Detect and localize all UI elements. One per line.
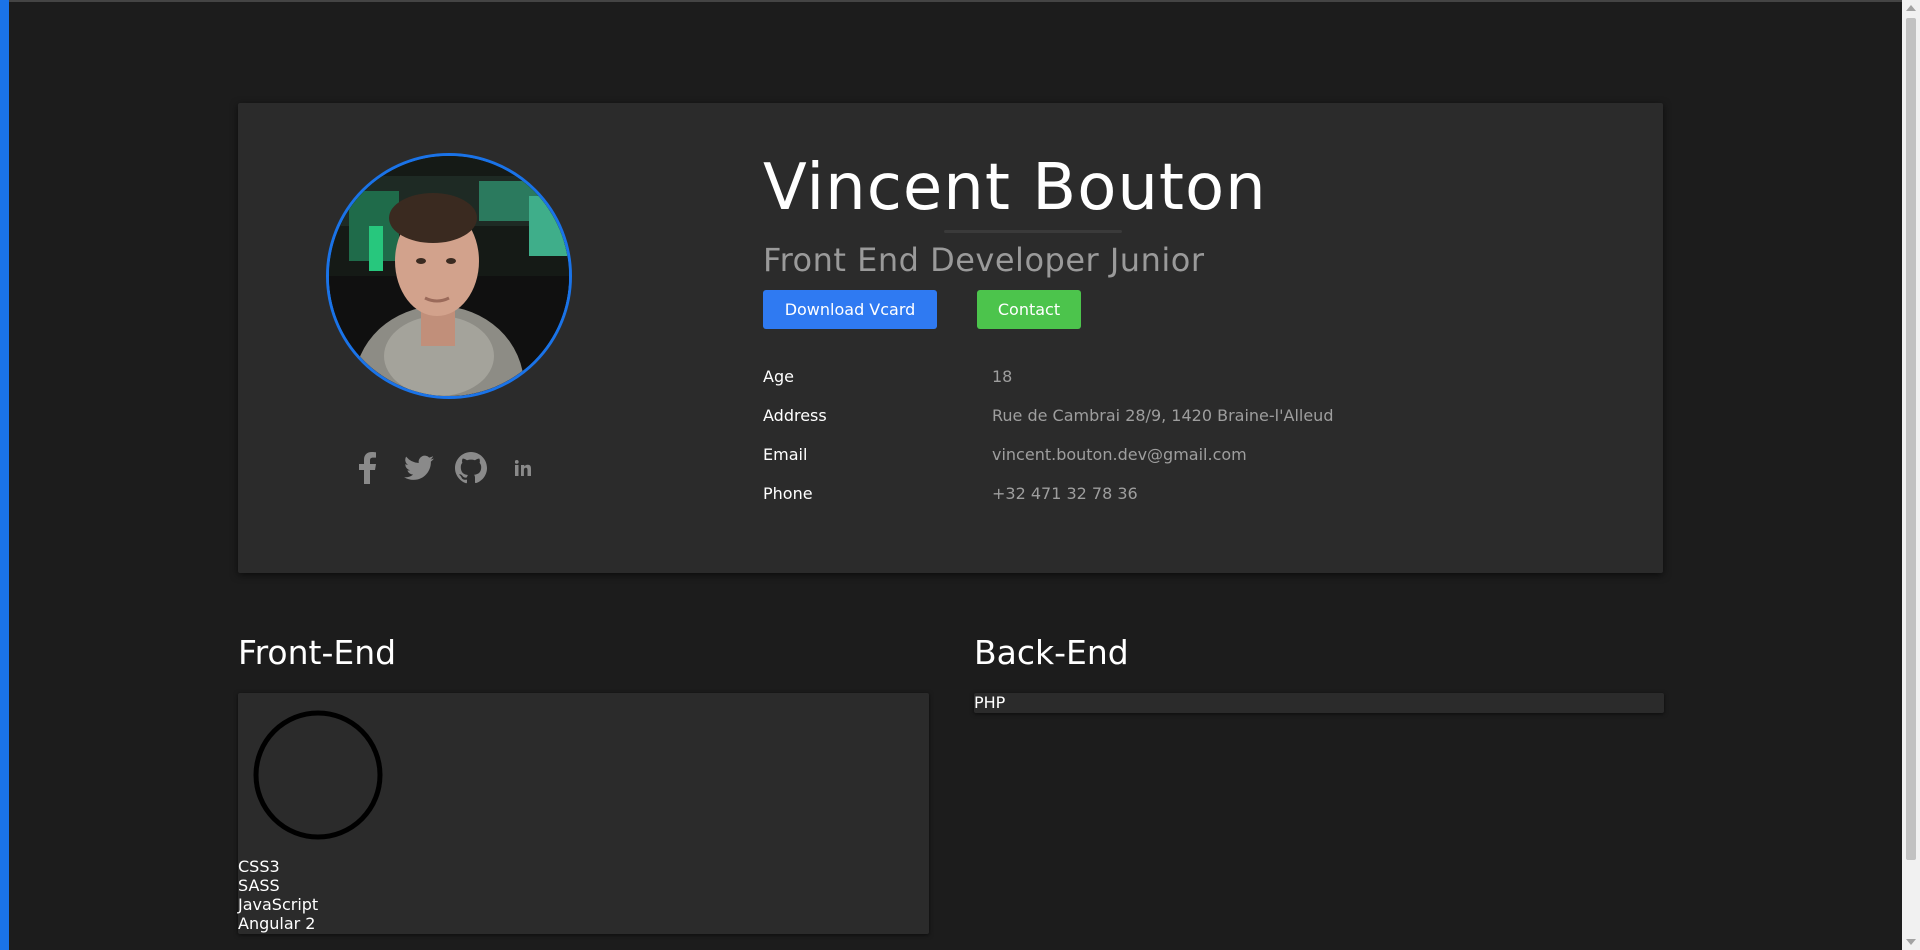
left-accent-bar: [0, 0, 9, 950]
skill-item: JavaScript: [238, 895, 319, 914]
scroll-thumb[interactable]: [1906, 18, 1916, 860]
info-value: vincent.bouton.dev@gmail.com: [992, 445, 1247, 464]
contact-button[interactable]: Contact: [977, 290, 1081, 329]
info-label: Address: [763, 406, 827, 425]
info-label: Age: [763, 367, 794, 386]
front-end-title: Front-End: [238, 633, 397, 672]
avatar: [326, 153, 572, 399]
skill-item: Angular 2: [238, 914, 316, 933]
github-icon[interactable]: [454, 450, 488, 486]
skill-progress-ring: [253, 710, 383, 840]
info-label: Email: [763, 445, 808, 464]
social-links: [350, 450, 550, 490]
front-end-panel: CSS3 SASS JavaScript Angular 2: [238, 693, 929, 934]
info-label: Phone: [763, 484, 813, 503]
skill-item: PHP: [974, 693, 1006, 712]
back-end-title: Back-End: [974, 633, 1129, 672]
info-value: Rue de Cambrai 28/9, 1420 Braine-l'Alleu…: [992, 406, 1334, 425]
download-vcard-button[interactable]: Download Vcard: [763, 290, 937, 329]
profile-card: Vincent Bouton Front End Developer Junio…: [238, 103, 1663, 573]
profile-title: Front End Developer Junior: [763, 241, 1205, 279]
scrollbar[interactable]: [1902, 0, 1920, 950]
profile-name: Vincent Bouton: [763, 151, 1267, 225]
name-underline: [944, 230, 1122, 233]
window-top-border: [0, 0, 1920, 2]
info-value: 18: [992, 367, 1013, 386]
facebook-icon[interactable]: [350, 450, 384, 486]
linkedin-icon[interactable]: [506, 450, 540, 486]
twitter-icon[interactable]: [402, 450, 436, 486]
front-end-skill-list: CSS3 SASS JavaScript Angular 2: [238, 857, 318, 933]
skill-item: CSS3: [238, 857, 280, 876]
back-end-panel: PHP: [974, 693, 1664, 713]
scroll-down-arrow[interactable]: [1906, 939, 1916, 945]
skill-item: SASS: [238, 876, 280, 895]
scroll-up-arrow[interactable]: [1906, 5, 1916, 11]
info-value: +32 471 32 78 36: [992, 484, 1138, 503]
